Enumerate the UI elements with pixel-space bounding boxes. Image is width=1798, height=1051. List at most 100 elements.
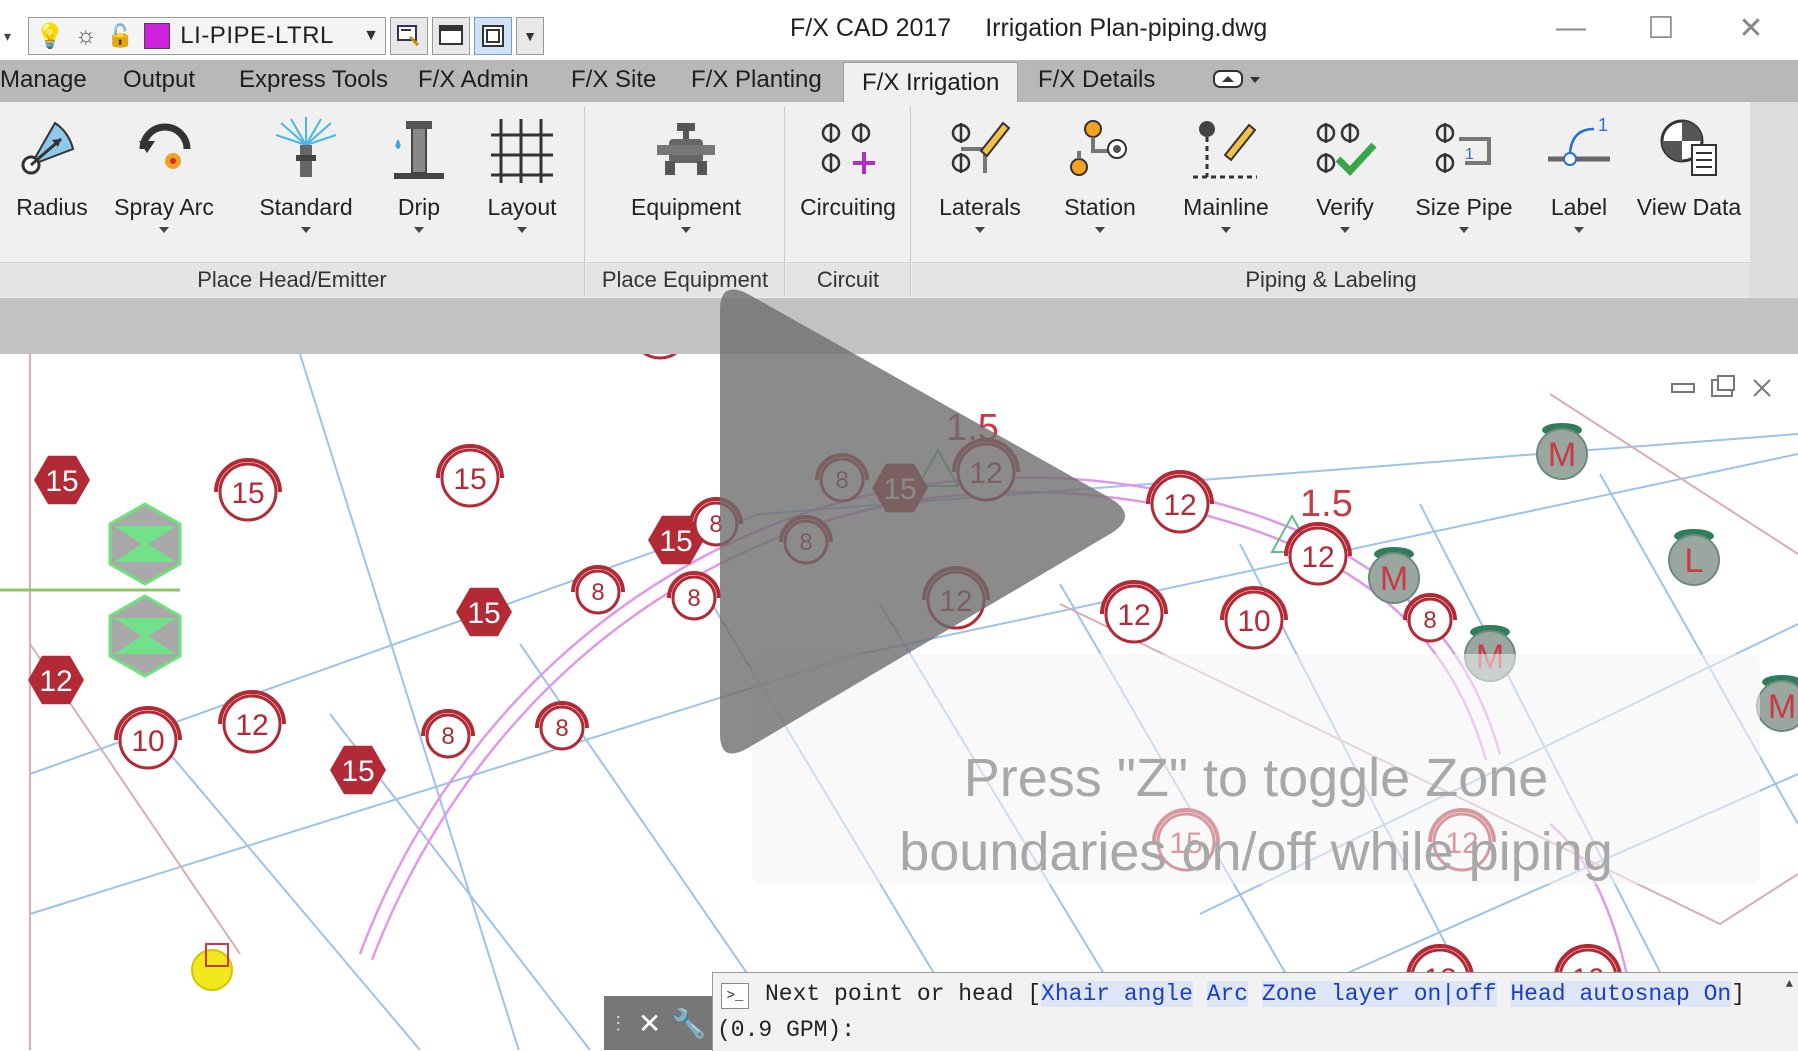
dropdown-arrow-icon[interactable] xyxy=(517,227,527,233)
option-head-autosnap[interactable]: Head autosnap On xyxy=(1510,981,1732,1007)
sprinkler-head[interactable]: 8 xyxy=(1403,593,1457,643)
sprinkler-head[interactable]: 8 xyxy=(571,565,625,615)
drag-grip-icon[interactable]: ⋮ xyxy=(609,1013,627,1034)
option-xhair[interactable]: Xhair angle xyxy=(1041,981,1193,1007)
standard-label: Standard xyxy=(259,194,353,220)
station-button[interactable]: Station xyxy=(1060,114,1140,233)
radius-button[interactable]: Radius xyxy=(16,114,88,221)
sprinkler-head[interactable]: 15 xyxy=(330,745,386,795)
sprinkler-head[interactable]: 12 xyxy=(1284,522,1352,586)
mainline-label: Mainline xyxy=(1183,194,1269,220)
window-title: F/X CAD 2017 Irrigation Plan-piping.dwg xyxy=(790,14,1301,43)
laterals-button[interactable]: Laterals xyxy=(939,114,1021,233)
quick-access-toolbar: ▾ 💡 ☼ 🔓 LI-PIPE-LTRL ▼ ▼ xyxy=(0,14,544,58)
spray-arc-button[interactable]: Spray Arc xyxy=(114,114,214,233)
command-input[interactable]: (0.9 GPM): xyxy=(717,1017,855,1043)
svg-text:1: 1 xyxy=(1598,115,1608,135)
sprinkler-head[interactable]: 8 xyxy=(421,709,475,759)
tab-output[interactable]: Output xyxy=(123,66,195,94)
maximize-button[interactable]: ☐ xyxy=(1636,8,1686,48)
sprinkler-head[interactable]: 10 xyxy=(114,706,182,770)
dropdown-arrow-icon[interactable] xyxy=(975,227,985,233)
valve-manifold[interactable] xyxy=(0,502,182,678)
label-button[interactable]: 1 Label xyxy=(1544,114,1614,233)
tab-fx-planting[interactable]: F/X Planting xyxy=(691,66,822,94)
sprinkler-head[interactable]: 15 xyxy=(628,354,692,360)
wrench-icon[interactable]: 🔧 xyxy=(672,1007,707,1040)
scroll-up-icon[interactable]: ▲ xyxy=(1786,977,1793,991)
dropdown-arrow-icon[interactable] xyxy=(1095,227,1105,233)
unlock-icon[interactable]: 🔓 xyxy=(107,23,134,49)
dropdown-arrow-icon[interactable] xyxy=(1459,227,1469,233)
sprinkler-head[interactable]: 15 xyxy=(456,587,512,637)
ribbon-minimize-button[interactable] xyxy=(1212,68,1262,97)
mainline-button[interactable]: Mainline xyxy=(1176,114,1276,233)
sprinkler-head[interactable]: 15 xyxy=(34,455,90,505)
sprinkler-head[interactable]: 12 xyxy=(28,655,84,705)
dropdown-arrow-icon[interactable] xyxy=(159,227,169,233)
equipment-marker[interactable]: L xyxy=(1668,529,1720,586)
circuiting-label: Circuiting xyxy=(800,194,896,220)
file-name: Irrigation Plan-piping.dwg xyxy=(985,14,1268,42)
panel-icon xyxy=(482,25,504,47)
layer-combo[interactable]: 💡 ☼ 🔓 LI-PIPE-LTRL ▼ xyxy=(28,17,386,55)
drip-button[interactable]: Drip xyxy=(384,114,454,233)
sprinkler-head[interactable]: 10 xyxy=(1220,586,1288,650)
option-zone-layer[interactable]: Zone layer on|off xyxy=(1261,981,1497,1007)
command-line[interactable]: >_ Next point or head [Xhair angle Arc Z… xyxy=(712,972,1798,1051)
qat-dropdown-icon[interactable]: ▾ xyxy=(4,28,11,45)
tab-fx-site[interactable]: F/X Site xyxy=(571,66,656,94)
sprinkler-head[interactable]: 12 xyxy=(1146,470,1214,534)
app-name: F/X CAD 2017 xyxy=(790,14,952,42)
match-layer-button[interactable] xyxy=(390,17,428,55)
minimize-button[interactable]: — xyxy=(1546,8,1596,48)
verify-button[interactable]: Verify xyxy=(1310,114,1380,233)
layer-previous-button[interactable] xyxy=(432,17,470,55)
dropdown-arrow-icon[interactable] xyxy=(1221,227,1231,233)
sprinkler-head[interactable]: 8 xyxy=(535,701,589,751)
tab-fx-irrigation[interactable]: F/X Irrigation xyxy=(843,62,1019,102)
head-radius-label: 12 xyxy=(1163,489,1196,522)
option-arc[interactable]: Arc xyxy=(1206,981,1249,1007)
viewport-controls[interactable] xyxy=(1671,375,1771,397)
head-radius-label: 8 xyxy=(555,715,568,742)
command-prompt-icon: >_ xyxy=(721,983,749,1009)
layout-button[interactable]: Layout xyxy=(487,114,557,233)
marker-label: M xyxy=(1768,688,1796,726)
head-radius-label: 12 xyxy=(1301,541,1334,574)
layout-toggle-button[interactable] xyxy=(474,17,512,55)
tab-manage[interactable]: Manage xyxy=(0,66,87,94)
dropdown-arrow-icon[interactable] xyxy=(301,227,311,233)
circuiting-button[interactable]: Circuiting xyxy=(796,114,900,221)
prompt-start: Next point or head [ xyxy=(765,981,1042,1007)
dropdown-arrow-icon[interactable] xyxy=(1574,227,1584,233)
valve-icon xyxy=(651,114,721,186)
size-pipe-button[interactable]: 1 Size Pipe xyxy=(1414,114,1514,233)
sun-icon[interactable]: ☼ xyxy=(75,22,97,50)
sprinkler-head[interactable]: 12 xyxy=(218,690,286,754)
command-line-handle[interactable]: ⋮ ✕ 🔧 xyxy=(604,996,712,1050)
chevron-down-icon[interactable]: ▼ xyxy=(363,27,379,45)
head-radius-label: 15 xyxy=(453,463,486,496)
dropdown-arrow-icon[interactable] xyxy=(1340,227,1350,233)
close-icon[interactable]: ✕ xyxy=(638,1007,661,1040)
standard-button[interactable]: Standard xyxy=(258,114,354,233)
dropdown-arrow-icon[interactable] xyxy=(414,227,424,233)
close-button[interactable]: ✕ xyxy=(1726,8,1776,48)
equipment-marker[interactable]: M xyxy=(1536,423,1588,480)
head-radius-label: 15 xyxy=(45,465,78,498)
equipment-marker[interactable]: M xyxy=(1756,675,1798,732)
tab-fx-details[interactable]: F/X Details xyxy=(1038,66,1155,94)
view-data-button[interactable]: View Data xyxy=(1634,114,1744,221)
sprinkler-head[interactable]: 15 xyxy=(436,444,504,508)
qat-customize-button[interactable]: ▼ xyxy=(516,17,544,55)
dropdown-arrow-icon[interactable] xyxy=(681,227,691,233)
equipment-button[interactable]: Equipment xyxy=(622,114,750,233)
cursor-target-icon xyxy=(191,943,233,991)
sprinkler-head[interactable]: 15 xyxy=(214,458,282,522)
play-icon[interactable] xyxy=(700,280,1140,780)
tab-fx-admin[interactable]: F/X Admin xyxy=(418,66,529,94)
lightbulb-icon[interactable]: 💡 xyxy=(35,22,65,51)
equipment-marker[interactable]: M xyxy=(1368,547,1420,604)
tab-express-tools[interactable]: Express Tools xyxy=(239,66,388,94)
